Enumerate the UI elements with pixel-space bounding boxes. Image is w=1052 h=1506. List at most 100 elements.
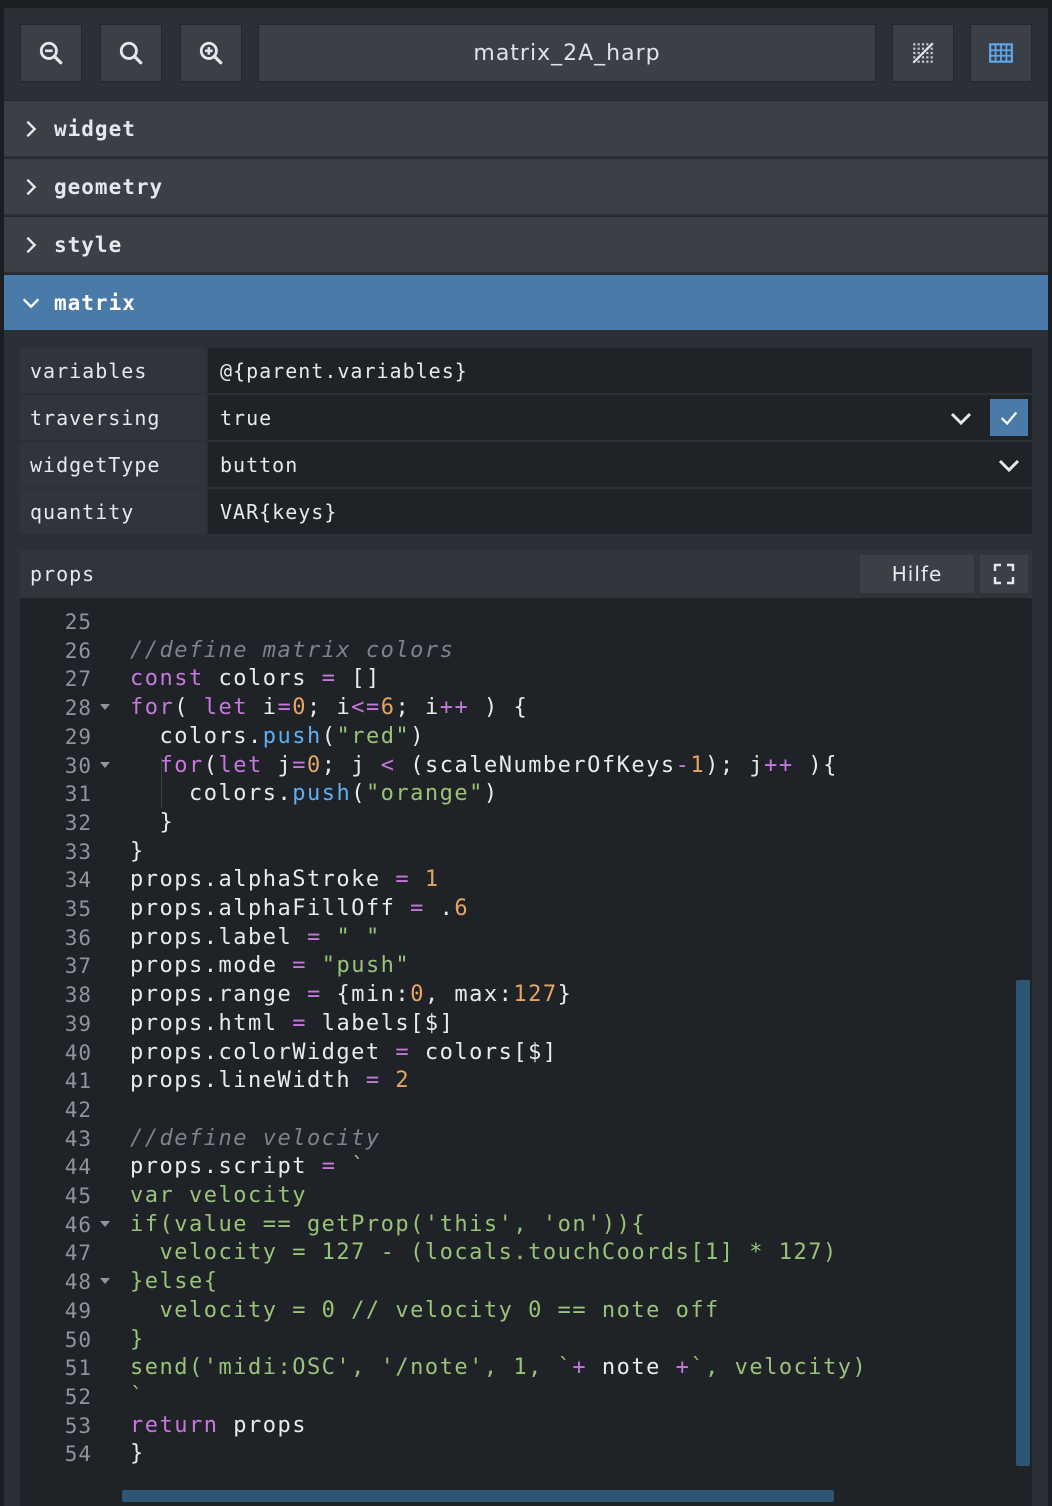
zoom-out-button[interactable] xyxy=(20,24,82,82)
quantity-input[interactable]: VAR{keys} xyxy=(208,489,1032,534)
code-line: 43 //define velocity xyxy=(20,1125,1032,1153)
code-line: 47 velocity = 127 - (locals.touchCoords[… xyxy=(20,1239,1032,1267)
code-line: 40 props.colorWidget = colors[$] xyxy=(20,1039,1032,1067)
code-text: props.range = {min:0, max:127} xyxy=(130,982,573,1008)
code-line: 48}else{ xyxy=(20,1268,1032,1296)
code-text: } xyxy=(130,1441,145,1467)
code-line: 49 velocity = 0 // velocity 0 == note of… xyxy=(20,1297,1032,1325)
section-matrix[interactable]: matrix xyxy=(4,274,1048,330)
line-number: 50 xyxy=(64,1327,92,1352)
code-line: 54} xyxy=(20,1440,1032,1468)
property-row-traversing: traversing true xyxy=(20,395,1032,442)
vertical-scrollbar[interactable] xyxy=(1016,980,1030,1466)
line-number: 52 xyxy=(64,1384,92,1409)
line-number: 40 xyxy=(64,1040,92,1065)
line-number: 53 xyxy=(64,1413,92,1438)
code-line: 32 } xyxy=(20,809,1032,837)
dotted-grid-icon xyxy=(912,42,934,64)
help-button[interactable]: Hilfe xyxy=(860,555,974,593)
editor-panel: matrix_2A_harp widget geometry style mat… xyxy=(4,8,1048,1506)
code-text: props.label = " " xyxy=(130,924,381,950)
chevron-down-icon[interactable] xyxy=(996,453,1022,477)
code-line: 37 props.mode = "push" xyxy=(20,952,1032,980)
code-text: if(value == getProp('this', 'on')){ xyxy=(130,1211,647,1237)
line-number: 35 xyxy=(64,897,92,921)
section-label: style xyxy=(54,232,123,257)
fullscreen-button[interactable] xyxy=(980,555,1028,593)
line-number: 47 xyxy=(64,1241,92,1266)
code-text: return props xyxy=(130,1412,307,1438)
zoom-in-button[interactable] xyxy=(180,24,242,82)
line-number: 45 xyxy=(64,1184,92,1208)
toolbar: matrix_2A_harp xyxy=(4,8,1048,98)
props-header: props Hilfe xyxy=(20,550,1032,598)
code-text: props.mode = "push" xyxy=(130,953,411,979)
line-number: 51 xyxy=(64,1356,92,1381)
zoom-out-icon xyxy=(39,41,63,65)
line-number: 38 xyxy=(64,983,92,1008)
code-text: colors.push("orange") xyxy=(130,781,499,807)
line-number: 54 xyxy=(64,1442,92,1467)
line-number: 42 xyxy=(64,1097,92,1122)
traversing-select[interactable]: true xyxy=(208,395,1032,440)
section-widget[interactable]: widget xyxy=(4,100,1048,156)
chevron-down-icon[interactable] xyxy=(948,406,974,430)
code-editor[interactable]: 25 26 //define matrix colors 27 const colors… xyxy=(20,598,1032,1506)
fold-arrow-icon[interactable] xyxy=(100,1220,110,1227)
variables-input[interactable]: @{parent.variables} xyxy=(208,348,1032,393)
table-grid-icon xyxy=(989,43,1013,63)
line-number: 32 xyxy=(64,810,92,835)
line-number: 25 xyxy=(64,610,92,634)
chevron-right-icon xyxy=(26,120,37,137)
code-text: send('midi:OSC', '/note', 1, `+ note +`,… xyxy=(130,1355,868,1381)
zoom-reset-icon xyxy=(119,41,143,65)
line-number: 39 xyxy=(64,1011,92,1036)
checkmark-icon xyxy=(1000,411,1018,425)
zoom-reset-button[interactable] xyxy=(100,24,162,82)
property-table: variables @{parent.variables} traversing… xyxy=(20,348,1032,536)
line-number: 48 xyxy=(64,1270,92,1295)
fullscreen-icon xyxy=(993,563,1015,585)
section-style[interactable]: style xyxy=(4,216,1048,272)
chevron-down-icon xyxy=(22,297,40,308)
code-line: 50} xyxy=(20,1326,1032,1354)
code-text: } xyxy=(130,1326,145,1352)
fold-arrow-icon[interactable] xyxy=(100,761,110,768)
section-label: geometry xyxy=(54,174,164,199)
section-geometry[interactable]: geometry xyxy=(4,158,1048,214)
code-line: 51 send('midi:OSC', '/note', 1, `+ note +… xyxy=(20,1354,1032,1382)
code-line: 27 const colors = [] xyxy=(20,665,1032,693)
line-number: 26 xyxy=(64,638,92,663)
line-number: 43 xyxy=(64,1126,92,1151)
code-text: props.colorWidget = colors[$] xyxy=(130,1039,558,1065)
layout-table-button[interactable] xyxy=(970,24,1032,82)
code-line: 35 props.alphaFillOff = .6 xyxy=(20,895,1032,923)
line-number: 37 xyxy=(64,954,92,979)
property-row-widgettype: widgetType button xyxy=(20,442,1032,489)
fold-arrow-icon[interactable] xyxy=(100,704,110,711)
grid-toggle-button[interactable] xyxy=(892,24,954,82)
zoom-in-icon xyxy=(199,41,223,65)
code-text: for( let i=0; i<=6; i++ ) { xyxy=(130,695,529,721)
code-text: ` xyxy=(130,1383,145,1409)
code-text: //define matrix colors xyxy=(130,637,455,663)
widget-title: matrix_2A_harp xyxy=(258,24,876,82)
line-number: 44 xyxy=(64,1155,92,1180)
traversing-checkbox[interactable] xyxy=(990,399,1028,436)
fold-arrow-icon[interactable] xyxy=(100,1278,110,1285)
line-number: 28 xyxy=(64,696,92,721)
code-line: 45 var velocity xyxy=(20,1182,1032,1210)
horizontal-scrollbar[interactable] xyxy=(122,1490,834,1502)
code-text: velocity = 127 - (locals.touchCoords[1] … xyxy=(130,1240,838,1266)
traversing-value: true xyxy=(220,405,273,430)
code-text: velocity = 0 // velocity 0 == note off xyxy=(130,1297,720,1323)
indent-guide xyxy=(161,758,162,808)
code-text: //define velocity xyxy=(130,1125,381,1151)
section-label: widget xyxy=(54,116,136,141)
code-text: colors.push("red") xyxy=(130,723,425,749)
widgettype-select[interactable]: button xyxy=(208,442,1032,487)
chevron-right-icon xyxy=(26,236,37,253)
code-line: 31 colors.push("orange") xyxy=(20,780,1032,808)
code-text: var velocity xyxy=(130,1183,307,1208)
chevron-right-icon xyxy=(26,178,37,195)
